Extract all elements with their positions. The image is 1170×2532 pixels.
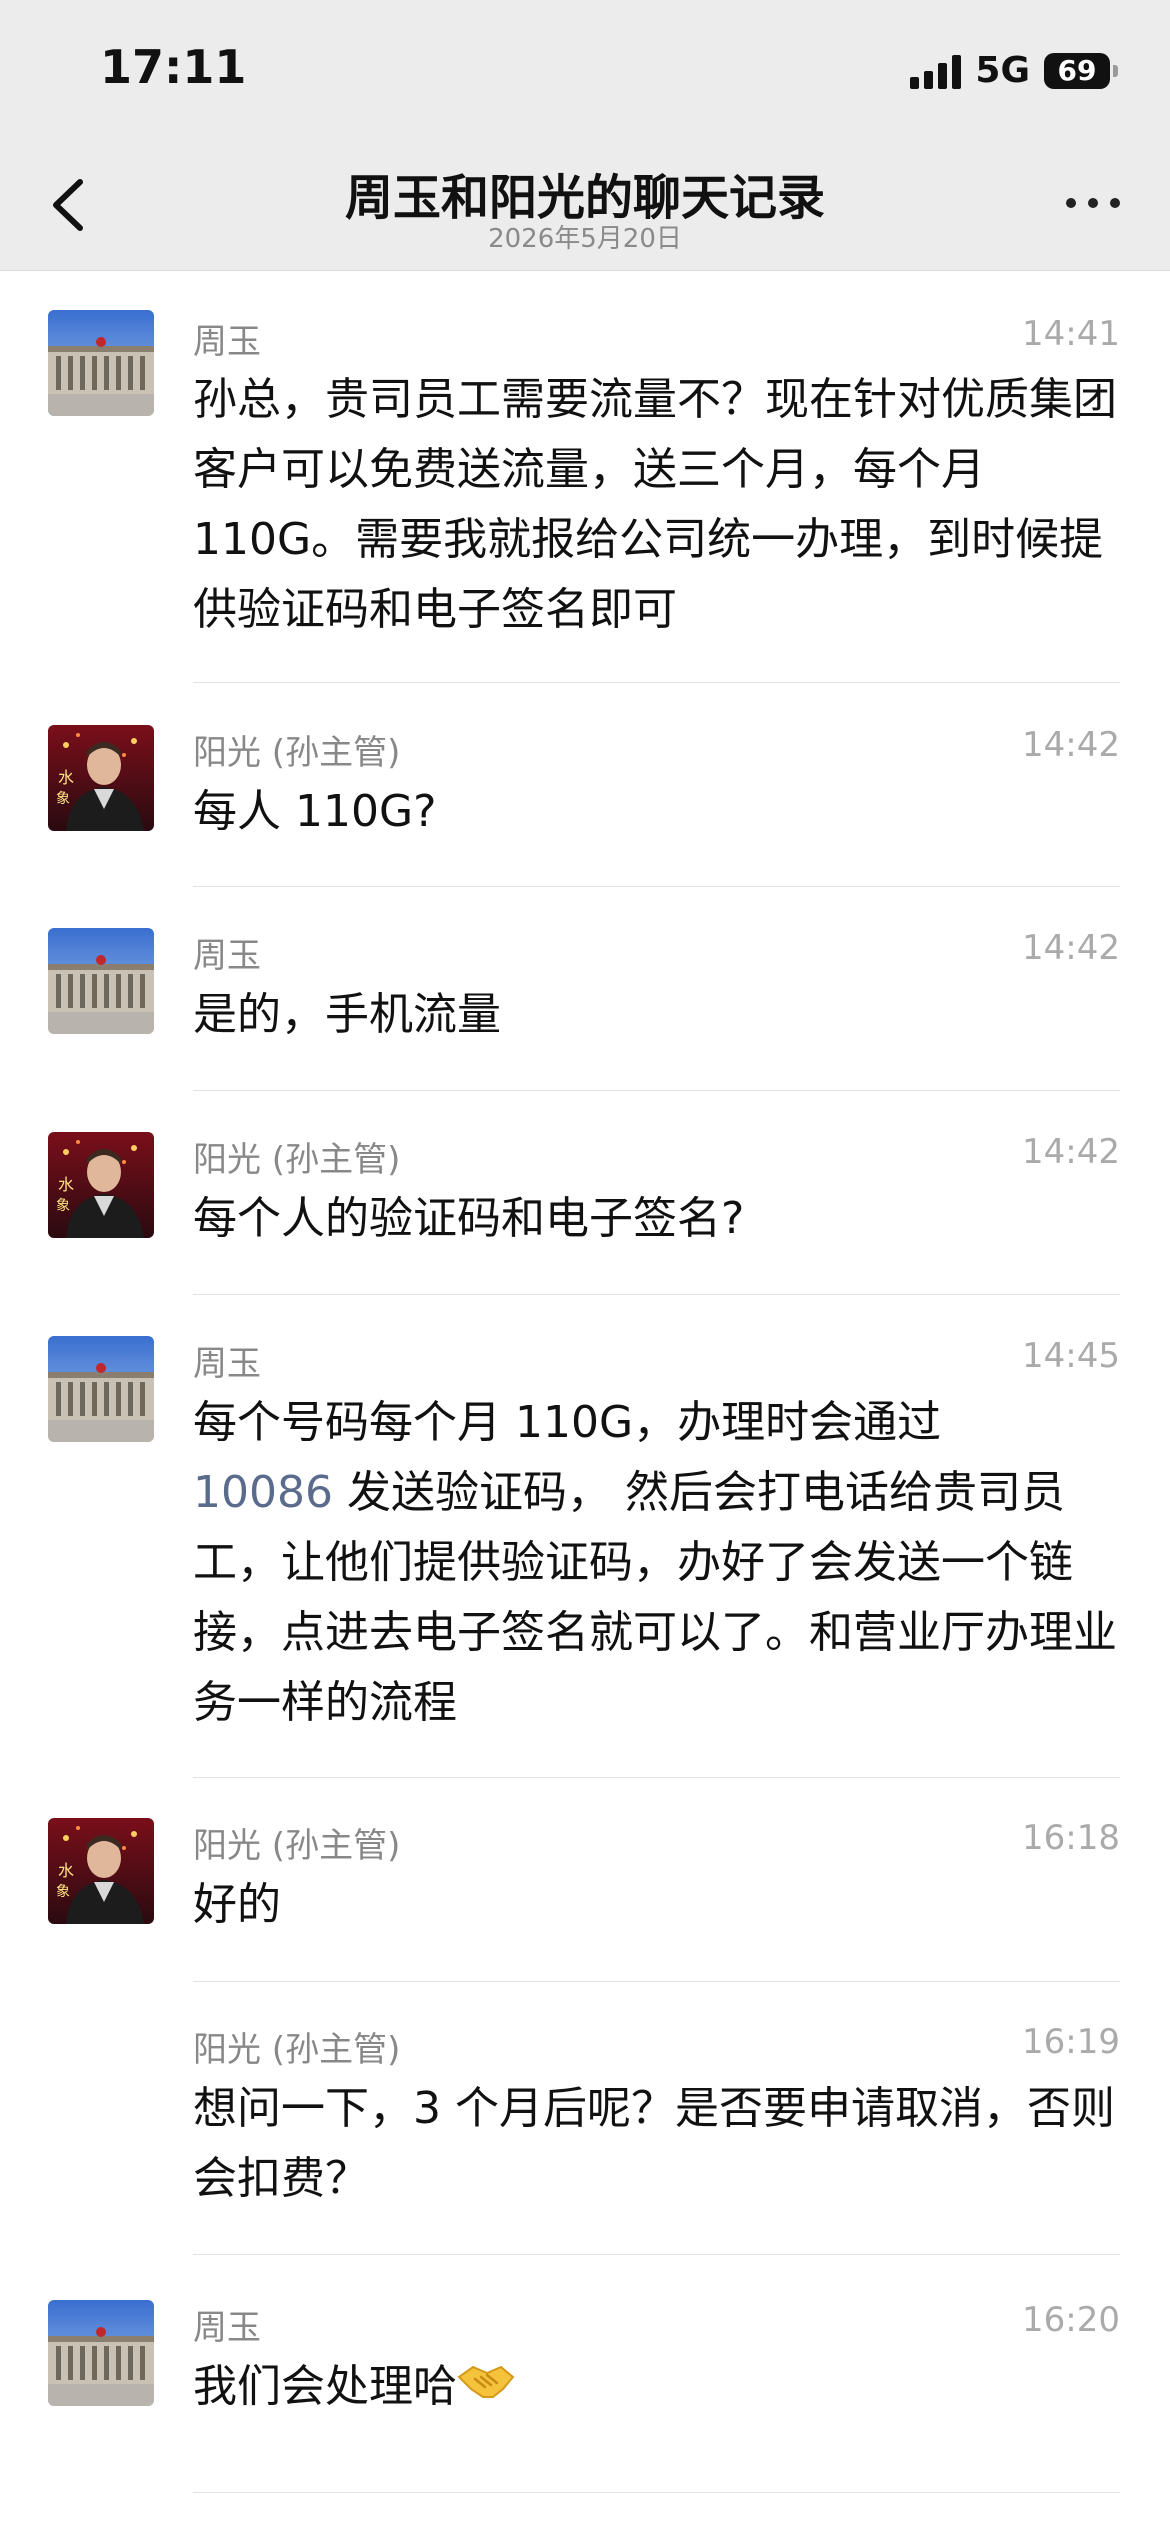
status-bar: 17:11 5G 69: [0, 0, 1170, 140]
message-sender: 周玉: [193, 1344, 261, 1384]
building-avatar-icon: [48, 1336, 154, 1442]
status-indicators: 5G 69: [910, 50, 1118, 91]
message-time: 14:41: [1022, 314, 1120, 354]
building-avatar-icon: [48, 928, 154, 1034]
message-text: 想问一下，3 个月后呢？是否要申请取消，否则会扣费？: [193, 2083, 1115, 2204]
message-sender: 阳光 (孙主管): [193, 1826, 401, 1866]
message-text: 我们会处理哈: [193, 2352, 1123, 2424]
message-time: 16:19: [1022, 2022, 1120, 2062]
divider: [193, 2254, 1120, 2255]
divider: [193, 1294, 1120, 1295]
message-time: 14:42: [1022, 725, 1120, 765]
divider: [193, 886, 1120, 887]
avatar[interactable]: [48, 310, 154, 416]
divider: [193, 1777, 1120, 1778]
more-dot-icon: [1066, 198, 1076, 208]
message-sender: 周玉: [193, 936, 261, 976]
message-text: 孙总，贵司员工需要流量不？现在针对优质集团客户可以免费送流量，送三个月，每个月 …: [193, 374, 1117, 635]
message-text-part: 我们会处理哈: [193, 2361, 457, 2412]
person-avatar-icon: [48, 1132, 154, 1238]
status-time: 17:11: [100, 40, 247, 94]
divider: [193, 1090, 1120, 1091]
message-time: 14:42: [1022, 1132, 1120, 1172]
message-text: 每个人的验证码和电子签名?: [193, 1193, 745, 1244]
battery-icon: 69: [1044, 52, 1118, 89]
building-avatar-icon: [48, 2300, 154, 2406]
person-avatar-icon: [48, 1818, 154, 1924]
divider: [193, 682, 1120, 683]
divider: [193, 1981, 1120, 1982]
message-text: 是的，手机流量: [193, 989, 501, 1040]
avatar[interactable]: [48, 1336, 154, 1442]
message-sender: 阳光 (孙主管): [193, 1140, 401, 1180]
message-text: 每个号码每个月 110G，办理时会通过 10086 发送验证码， 然后会打电话给贵…: [193, 1388, 1123, 1738]
message-text: 每人 110G?: [193, 786, 437, 837]
message-time: 14:45: [1022, 1336, 1120, 1376]
battery-level: 69: [1057, 54, 1097, 87]
page-date: 2026年5月20日: [488, 224, 682, 254]
message-sender: 周玉: [193, 2308, 261, 2348]
message-sender: 阳光 (孙主管): [193, 733, 401, 773]
person-avatar-icon: [48, 725, 154, 831]
divider: [193, 2492, 1120, 2493]
avatar[interactable]: [48, 1132, 154, 1238]
signal-icon: [910, 53, 962, 89]
phone-link[interactable]: 10086: [193, 1467, 333, 1518]
nav-bar: 周玉和阳光的聊天记录 2026年5月20日: [0, 140, 1170, 271]
message-text-part: 每个号码每个月 110G，办理时会通过: [193, 1397, 942, 1448]
network-type: 5G: [975, 50, 1030, 91]
message-text: 好的: [193, 1879, 281, 1930]
building-avatar-icon: [48, 310, 154, 416]
more-button[interactable]: [1066, 198, 1120, 208]
avatar[interactable]: [48, 928, 154, 1034]
avatar[interactable]: [48, 1818, 154, 1924]
message-time: 16:18: [1022, 1818, 1120, 1858]
handshake-emoji-icon: [457, 2354, 515, 2424]
message-sender: 阳光 (孙主管): [193, 2030, 401, 2070]
avatar[interactable]: [48, 725, 154, 831]
message-time: 14:42: [1022, 928, 1120, 968]
message-sender: 周玉: [193, 322, 261, 362]
avatar[interactable]: [48, 2300, 154, 2406]
message-time: 16:20: [1022, 2300, 1120, 2340]
